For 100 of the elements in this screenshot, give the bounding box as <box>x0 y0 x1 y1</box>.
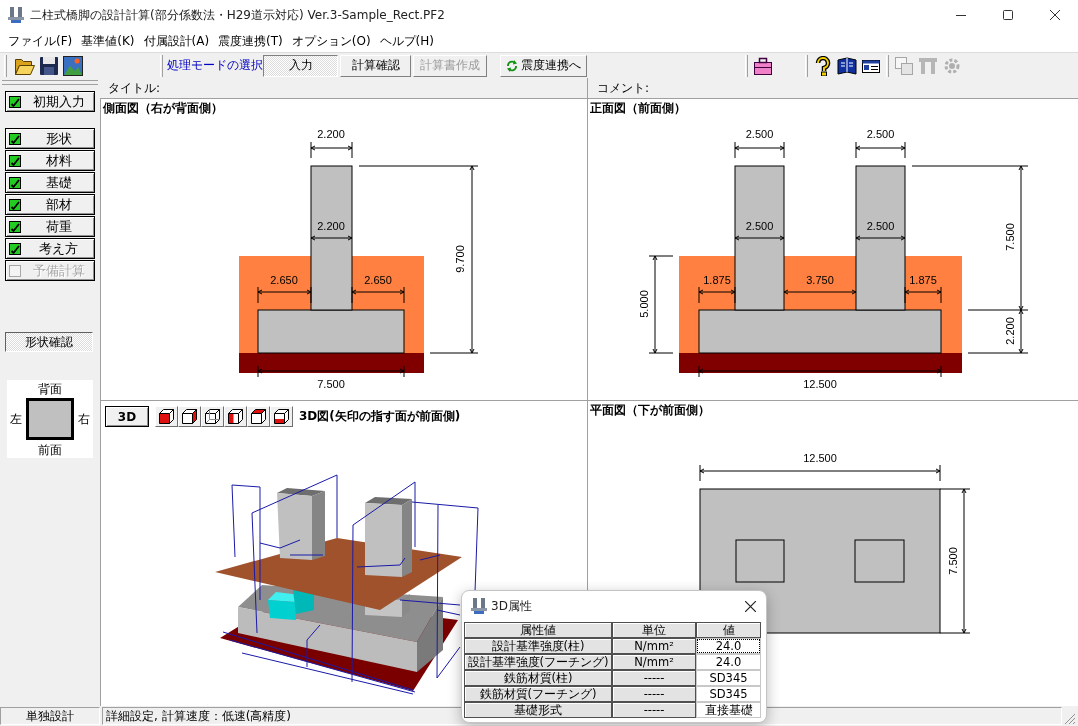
view-button[interactable] <box>270 406 293 427</box>
dimension-line <box>734 235 785 241</box>
dimension-label: 2.500 <box>745 128 774 140</box>
dimension-label: 9.700 <box>454 245 466 273</box>
side-label: 背面 <box>38 381 62 396</box>
dimension-label: 12.500 <box>803 452 837 464</box>
dimension-label: 12.500 <box>803 378 837 390</box>
dimension-line <box>698 286 736 304</box>
dimension-label: 2.500 <box>745 220 774 232</box>
dimension-line <box>257 286 312 304</box>
tool-button[interactable] <box>38 54 60 77</box>
status-panel: 単独設計 <box>0 707 100 725</box>
table-cell: ----- <box>612 686 696 702</box>
dimension-label: 3.750 <box>806 274 834 286</box>
column-header: 属性値 <box>464 622 612 638</box>
cube-icon <box>182 409 197 424</box>
checkbox[interactable] <box>9 242 21 255</box>
table-cell: 設計基準強度(フーチング) <box>464 654 612 670</box>
dimension-label: 2.200 <box>317 128 345 140</box>
tool-button[interactable] <box>836 54 858 77</box>
menu-item[interactable]: ファイル(F) <box>8 33 73 49</box>
dimension-label: 2.200 <box>317 220 345 232</box>
value-cell[interactable]: 24.0 <box>696 638 761 654</box>
dimension-line <box>855 141 906 159</box>
table-cell: 基礎形式 <box>464 702 612 718</box>
mode-tab[interactable]: 計算確認 <box>340 54 411 77</box>
close-icon <box>744 600 756 612</box>
menu-item[interactable]: ヘルプ(H) <box>379 33 434 49</box>
dimension-label: 2.500 <box>866 220 895 232</box>
cube-icon <box>159 409 174 424</box>
value-cell[interactable]: SD345 <box>696 670 761 686</box>
view-button[interactable] <box>178 406 201 427</box>
dimension-label: 7.500 <box>317 378 345 390</box>
link-button[interactable]: 震度連携へ <box>500 54 587 77</box>
table-cell: ----- <box>612 670 696 686</box>
nav-button[interactable]: 荷重 <box>5 216 95 237</box>
maximize-icon <box>1002 10 1013 20</box>
dimension-line <box>734 141 785 159</box>
help-icon <box>813 55 833 76</box>
comment-label: コメント: <box>597 79 650 97</box>
nav-button[interactable]: 基礎 <box>5 172 95 193</box>
dimension-line <box>310 235 353 241</box>
dimension-label: 7.500 <box>1004 223 1016 251</box>
side-label: 前面 <box>38 442 62 457</box>
dialog-title: 3D属性 <box>491 597 532 615</box>
cube-icon <box>251 409 266 424</box>
view-title: 3D図(矢印の指す面が前面側) <box>299 408 461 425</box>
cube-icon <box>274 409 289 424</box>
column-header: 値 <box>696 622 761 638</box>
window-title: 二柱式橋脚の設計計算(部分係数法・H29道示対応) Ver.3-Sample_Rect.PF2 <box>30 6 445 24</box>
dimension-label: 2.650 <box>270 274 298 286</box>
table-cell: 鉄筋材質(フーチング) <box>464 686 612 702</box>
menu-item[interactable]: オプション(O) <box>291 33 371 49</box>
nav-button[interactable]: 材料 <box>5 150 95 171</box>
checkbox[interactable] <box>9 95 21 108</box>
mode-button[interactable]: 3D <box>105 406 149 427</box>
menu-item[interactable]: 基準値(K) <box>81 33 135 49</box>
view-title: 側面図（右が背面側） <box>103 100 223 117</box>
checkbox[interactable] <box>9 132 21 145</box>
checkbox[interactable] <box>9 176 21 189</box>
view-button[interactable] <box>224 406 247 427</box>
column <box>735 539 785 583</box>
tool-button[interactable] <box>62 54 84 77</box>
checkbox[interactable] <box>9 154 21 167</box>
toolbox-icon <box>753 55 773 76</box>
table-cell: N/mm² <box>612 654 696 670</box>
dimension-label: 2.200 <box>1004 317 1016 345</box>
table-cell: 設計基準強度(柱) <box>464 638 612 654</box>
view-button[interactable] <box>247 406 270 427</box>
shape-check-button[interactable]: 形状確認 <box>5 332 93 352</box>
picture-icon <box>63 55 83 76</box>
nav-button[interactable]: 部材 <box>5 194 95 215</box>
book-icon <box>837 55 857 76</box>
frame-icon <box>918 55 938 76</box>
dimension-label: 1.875 <box>909 274 937 286</box>
overlap-squares-icon <box>894 55 914 76</box>
title-label: タイトル: <box>108 79 161 97</box>
value-cell[interactable]: SD345 <box>696 686 761 702</box>
mode-tab[interactable]: 入力 <box>263 54 338 77</box>
column <box>854 539 905 583</box>
app-icon <box>8 7 24 23</box>
mode-label: 処理モードの選択 <box>167 57 263 74</box>
refresh-icon <box>506 59 518 72</box>
view-button[interactable] <box>201 406 224 427</box>
menu-item[interactable]: 震度連携(T) <box>218 33 283 49</box>
dimension-label: 2.650 <box>364 274 392 286</box>
checkbox[interactable] <box>9 220 21 233</box>
cube-icon <box>205 409 220 424</box>
side-label: 左 <box>10 412 22 426</box>
value-cell[interactable]: 直接基礎 <box>696 702 761 718</box>
nav-button[interactable]: 形状 <box>5 128 95 149</box>
view-title: 正面図（前面側） <box>590 100 686 117</box>
column-header: 単位 <box>612 622 696 638</box>
nav-button[interactable]: 考え方 <box>5 238 95 259</box>
cube-icon <box>228 409 243 424</box>
view-button[interactable] <box>155 406 178 427</box>
menu-item[interactable]: 付属設計(A) <box>143 33 210 49</box>
value-cell[interactable]: 24.0 <box>696 654 761 670</box>
nav-button[interactable]: 初期入力 <box>5 91 95 112</box>
checkbox[interactable] <box>9 198 21 211</box>
